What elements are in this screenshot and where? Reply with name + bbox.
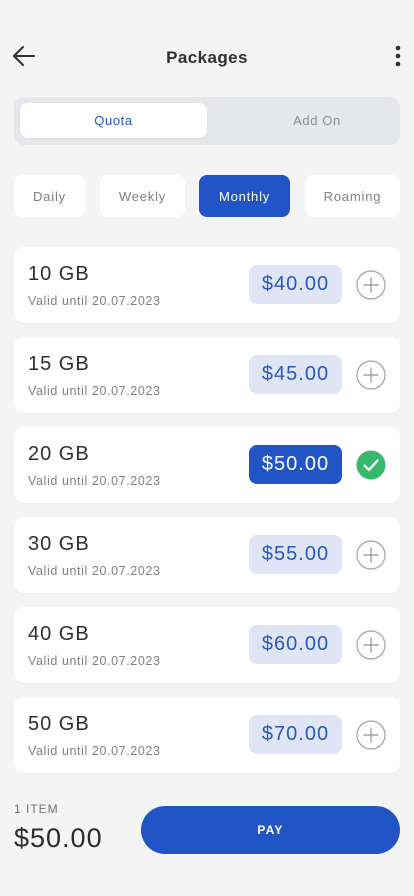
page-title: Packages bbox=[166, 48, 248, 67]
package-card[interactable]: 10 GB Valid until 20.07.2023 $40.00 bbox=[14, 247, 400, 323]
pay-button[interactable]: PAY bbox=[141, 806, 400, 854]
add-package-button[interactable] bbox=[356, 270, 386, 300]
price-tag[interactable]: $50.00 bbox=[249, 445, 342, 484]
package-validity: Valid until 20.07.2023 bbox=[28, 384, 161, 398]
add-package-button[interactable] bbox=[356, 630, 386, 660]
segment-add-on[interactable]: Add On bbox=[222, 103, 412, 138]
package-validity: Valid until 20.07.2023 bbox=[28, 564, 161, 578]
package-size: 30 GB bbox=[28, 533, 90, 555]
package-size: 15 GB bbox=[28, 353, 90, 375]
package-size: 50 GB bbox=[28, 713, 90, 735]
plus-circle-icon bbox=[356, 540, 386, 570]
item-count: 1 ITEM bbox=[14, 802, 59, 816]
tab-daily[interactable]: Daily bbox=[14, 175, 85, 217]
add-package-button[interactable] bbox=[356, 540, 386, 570]
plus-circle-icon bbox=[356, 270, 386, 300]
plus-circle-icon bbox=[356, 630, 386, 660]
package-validity: Valid until 20.07.2023 bbox=[28, 744, 161, 758]
price-tag[interactable]: $45.00 bbox=[249, 355, 342, 394]
package-card[interactable]: 50 GB Valid until 20.07.2023 $70.00 bbox=[14, 697, 400, 773]
tab-weekly[interactable]: Weekly bbox=[100, 175, 185, 217]
price-tag[interactable]: $55.00 bbox=[249, 535, 342, 574]
check-circle-icon bbox=[356, 450, 386, 480]
price-tag[interactable]: $60.00 bbox=[249, 625, 342, 664]
package-card[interactable]: 30 GB Valid until 20.07.2023 $55.00 bbox=[14, 517, 400, 593]
add-package-button[interactable] bbox=[356, 360, 386, 390]
more-options-button[interactable] bbox=[386, 42, 410, 74]
package-size: 10 GB bbox=[28, 263, 90, 285]
package-size: 40 GB bbox=[28, 623, 90, 645]
package-validity: Valid until 20.07.2023 bbox=[28, 654, 161, 668]
total-price: $50.00 bbox=[14, 823, 103, 853]
tab-roaming[interactable]: Roaming bbox=[305, 175, 400, 217]
plus-circle-icon bbox=[356, 360, 386, 390]
price-tag[interactable]: $40.00 bbox=[249, 265, 342, 304]
segment-quota[interactable]: Quota bbox=[20, 103, 207, 138]
package-type-switch: Quota Add On bbox=[14, 97, 400, 145]
package-card[interactable]: 15 GB Valid until 20.07.2023 $45.00 bbox=[14, 337, 400, 413]
package-card-selected[interactable]: 20 GB Valid until 20.07.2023 $50.00 bbox=[14, 427, 400, 503]
tab-monthly[interactable]: Monthly bbox=[199, 175, 290, 217]
price-tag[interactable]: $70.00 bbox=[249, 715, 342, 754]
package-size: 20 GB bbox=[28, 443, 90, 465]
add-package-button[interactable] bbox=[356, 720, 386, 750]
more-vertical-icon bbox=[395, 45, 401, 72]
package-validity: Valid until 20.07.2023 bbox=[28, 294, 161, 308]
package-validity: Valid until 20.07.2023 bbox=[28, 474, 161, 488]
selected-package-button[interactable] bbox=[356, 450, 386, 480]
package-card[interactable]: 40 GB Valid until 20.07.2023 $60.00 bbox=[14, 607, 400, 683]
plus-circle-icon bbox=[356, 720, 386, 750]
